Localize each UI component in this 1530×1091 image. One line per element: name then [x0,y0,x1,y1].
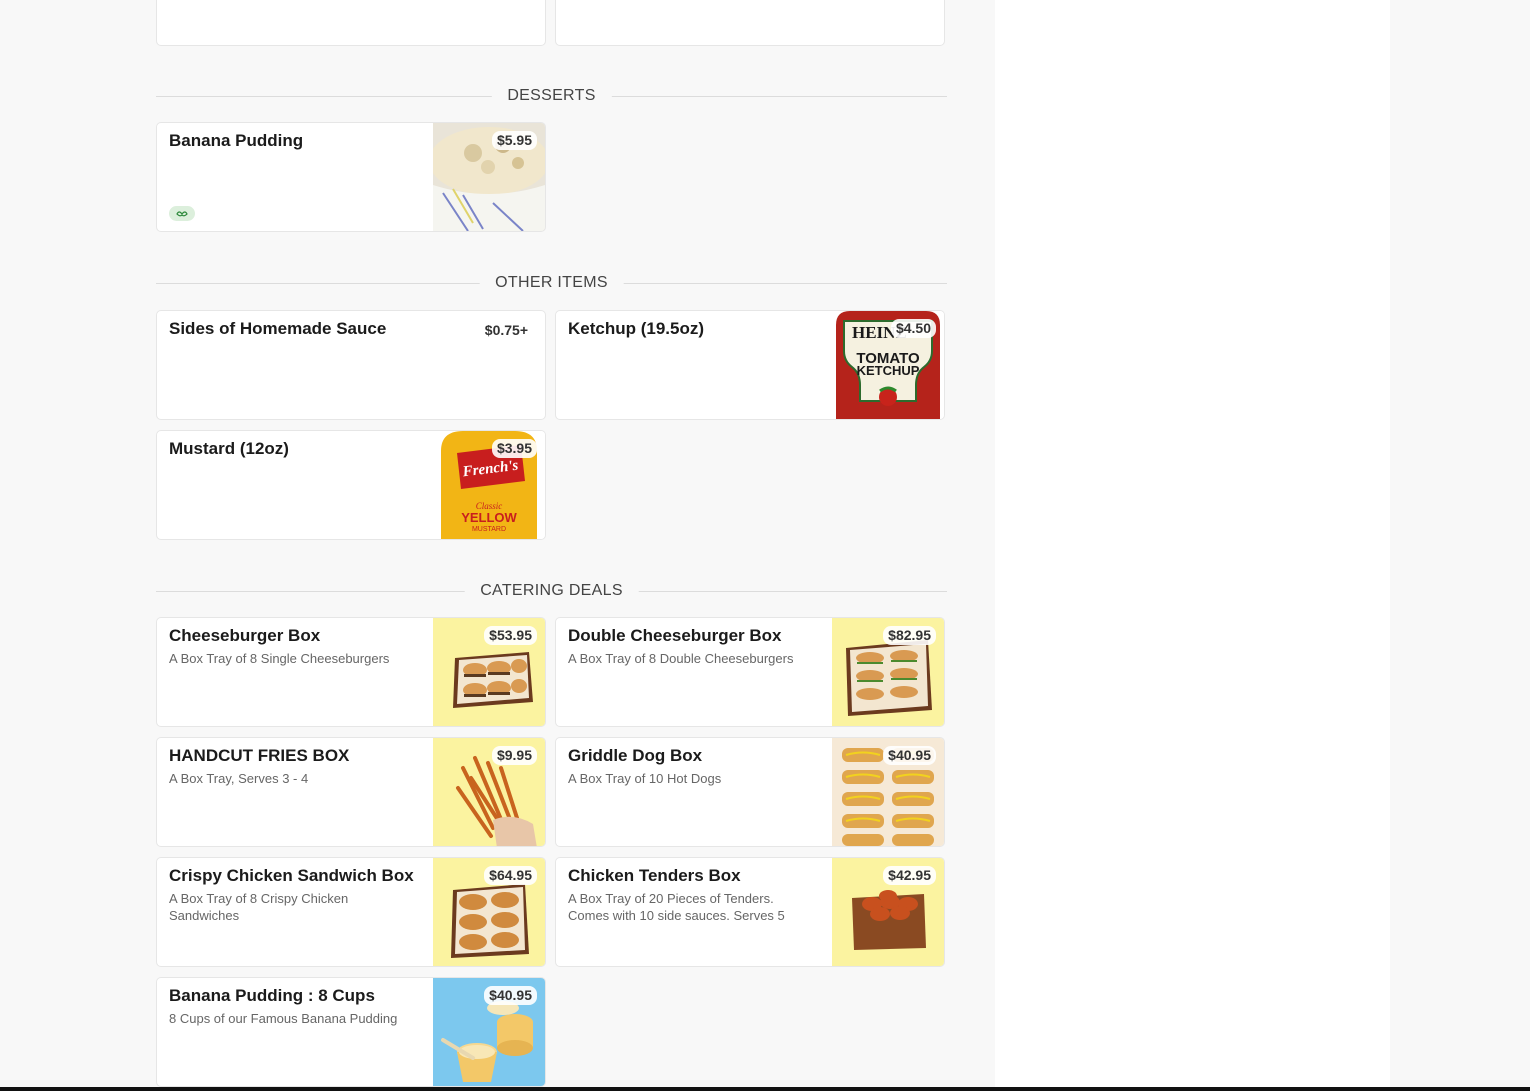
menu-item-card[interactable] [156,0,546,46]
mustard-label-2: YELLOW [461,510,517,525]
item-name: Griddle Dog Box [568,746,703,765]
item-description: 8 Cups of our Famous Banana Pudding [169,1011,398,1026]
section-header-desserts: DESSERTS [156,86,947,106]
item-name: Ketchup (19.5oz) [568,319,705,338]
menu-item-handcut-fries-box[interactable]: HANDCUT FRIES BOX A Box Tray, Serves 3 -… [156,737,546,847]
menu-item-cheeseburger-box[interactable]: Cheeseburger Box A Box Tray of 8 Single … [156,617,546,727]
item-price: $9.95 [491,746,537,765]
item-name: Chicken Tenders Box [568,866,741,885]
item-price: $64.95 [484,866,537,885]
item-image: $42.95 [832,858,944,966]
leaf-icon [169,206,195,221]
menu-item-mustard[interactable]: Mustard (12oz) French's Classic YELLOW M… [156,430,546,540]
item-name: Banana Pudding [169,131,304,150]
item-price: $3.95 [491,439,537,458]
item-image: $82.95 [832,618,944,726]
item-name: Banana Pudding : 8 Cups [169,986,375,1005]
menu-item-homemade-sauce[interactable]: Sides of Homemade Sauce $0.75+ [156,310,546,420]
item-description: A Box Tray, Serves 3 - 4 [169,771,309,786]
item-price: $53.95 [484,626,537,645]
item-image: HEINZ TOMATO KETCHUP $4.50 [832,311,944,419]
item-name: Double Cheeseburger Box [568,626,782,645]
right-side-panel [995,0,1390,1091]
menu-item-chicken-tenders-box[interactable]: Chicken Tenders Box A Box Tray of 20 Pie… [555,857,945,967]
item-image: French's Classic YELLOW MUSTARD $3.95 [433,431,545,539]
menu-item-banana-pudding-8-cups[interactable]: Banana Pudding : 8 Cups 8 Cups of our Fa… [156,977,546,1087]
item-price: $0.75+ [484,322,528,338]
item-image: $64.95 [433,858,545,966]
section-title: OTHER ITEMS [479,273,624,293]
item-description: A Box Tray of 20 Pieces of Tenders. Come… [568,891,785,923]
item-name: HANDCUT FRIES BOX [169,746,350,765]
menu-item-crispy-chicken-sandwich-box[interactable]: Crispy Chicken Sandwich Box A Box Tray o… [156,857,546,967]
item-image: $5.95 [433,123,545,231]
item-price: $4.50 [890,319,936,338]
item-image: $53.95 [433,618,545,726]
item-name: Sides of Homemade Sauce [169,319,387,338]
item-description: A Box Tray of 8 Crispy Chicken Sandwiche… [169,891,349,923]
section-header-catering-deals: CATERING DEALS [156,581,947,601]
section-title: DESSERTS [491,86,612,106]
section-header-other-items: OTHER ITEMS [156,273,947,293]
item-price: $5.95 [491,131,537,150]
item-name: Cheeseburger Box [169,626,321,645]
menu-item-card[interactable] [555,0,945,46]
menu-item-double-cheeseburger-box[interactable]: Double Cheeseburger Box A Box Tray of 8 … [555,617,945,727]
item-price: $40.95 [883,746,936,765]
item-image: $40.95 [832,738,944,846]
item-price: $40.95 [484,986,537,1005]
item-description: A Box Tray of 8 Single Cheeseburgers [169,651,390,666]
menu-item-ketchup[interactable]: Ketchup (19.5oz) HEINZ TOMATO KETCHUP $4… [555,310,945,420]
section-title: CATERING DEALS [464,581,639,601]
item-price: $82.95 [883,626,936,645]
menu-item-banana-pudding[interactable]: Banana Pudding $5.95 [156,122,546,232]
menu-item-griddle-dog-box[interactable]: Griddle Dog Box A Box Tray of 10 Hot Dog… [555,737,945,847]
mustard-label-3: MUSTARD [472,526,506,533]
item-price: $42.95 [883,866,936,885]
item-image: $40.95 [433,978,545,1086]
item-image: $9.95 [433,738,545,846]
item-description: A Box Tray of 10 Hot Dogs [568,771,722,786]
bottom-bar [0,1087,1530,1091]
ketchup-label-2: KETCHUP [857,363,920,378]
item-description: A Box Tray of 8 Double Cheeseburgers [568,651,794,666]
item-name: Mustard (12oz) [169,439,289,458]
item-name: Crispy Chicken Sandwich Box [169,866,414,885]
